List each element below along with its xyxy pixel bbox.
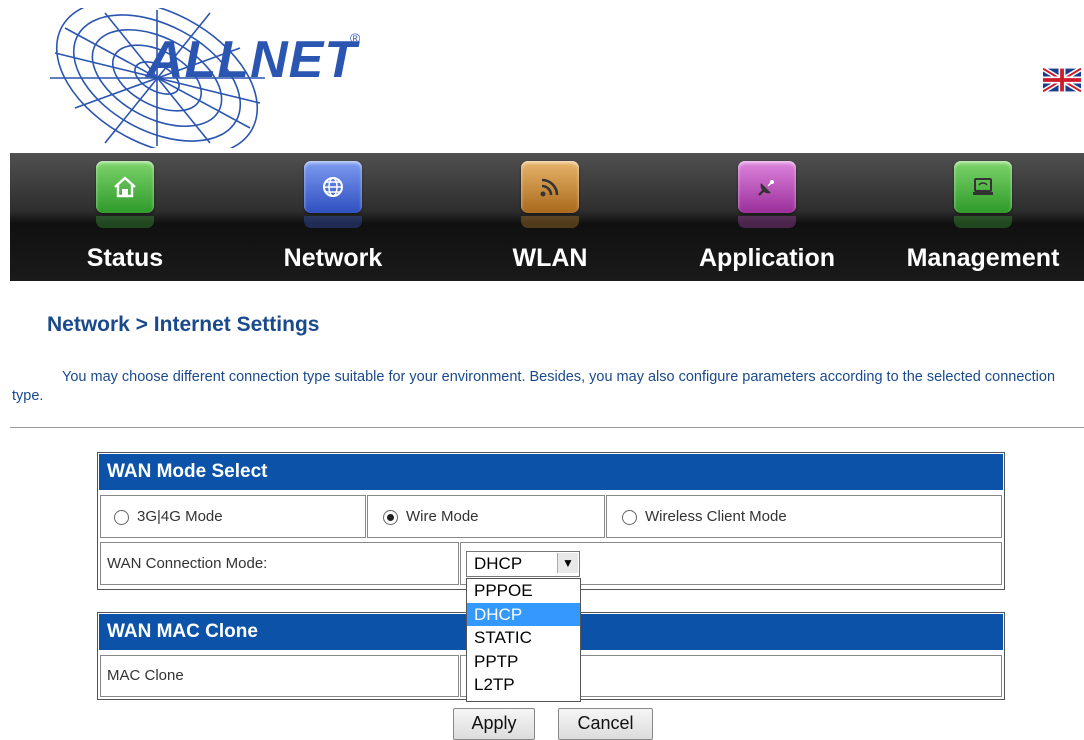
- cancel-button[interactable]: Cancel: [558, 708, 653, 740]
- icon-reflection: [304, 216, 362, 228]
- dropdown-option-dhcp[interactable]: DHCP: [467, 602, 580, 626]
- rss-wifi-icon: [521, 161, 579, 213]
- dropdown-option-l2tp[interactable]: L2TP: [467, 673, 580, 697]
- page-description: You may choose different connection type…: [12, 369, 1056, 404]
- mode-wireless-client-label: Wireless Client Mode: [645, 508, 787, 525]
- nav-label: Management: [906, 244, 1060, 272]
- icon-reflection: [96, 216, 154, 228]
- brand-name: ALLNET: [146, 31, 358, 89]
- wan-connection-select[interactable]: DHCP ▼: [466, 551, 580, 577]
- icon-reflection: [521, 216, 579, 228]
- radio-wireless-client[interactable]: [622, 509, 637, 525]
- apply-button[interactable]: Apply: [453, 708, 535, 740]
- dropdown-option-pptp[interactable]: PPTP: [467, 650, 580, 674]
- wan-mode-title: WAN Mode Select: [98, 453, 1004, 491]
- nav-network[interactable]: Network: [258, 153, 408, 281]
- mac-clone-label: MAC Clone: [107, 667, 184, 684]
- nav-label: WLAN: [512, 244, 588, 272]
- main-nav: Status Network WLAN Application Manageme…: [10, 153, 1084, 281]
- satellite-icon: [738, 161, 796, 213]
- mac-clone-label-cell: MAC Clone: [100, 655, 459, 697]
- icon-reflection: [954, 216, 1012, 228]
- nav-application[interactable]: Application: [682, 153, 852, 281]
- radio-wire[interactable]: [383, 509, 398, 525]
- registered-mark: ®: [350, 30, 361, 46]
- nav-label: Status: [86, 244, 164, 272]
- page-title: Network > Internet Settings: [47, 313, 320, 336]
- icon-reflection: [738, 216, 796, 228]
- nav-label: Network: [283, 244, 383, 272]
- wan-connection-dropdown: PPPOE DHCP STATIC PPTP L2TP: [466, 578, 581, 702]
- laptop-icon: [954, 161, 1012, 213]
- wan-connection-value: DHCP: [474, 554, 523, 573]
- mode-wire-cell[interactable]: Wire Mode: [367, 495, 605, 538]
- divider: [10, 427, 1084, 428]
- dropdown-option-pppoe[interactable]: PPPOE: [467, 579, 580, 603]
- mode-wireless-client-cell[interactable]: Wireless Client Mode: [606, 495, 1002, 538]
- radio-3g4g[interactable]: [114, 509, 129, 525]
- wan-connection-label: WAN Connection Mode:: [107, 555, 268, 572]
- dropdown-option-static[interactable]: STATIC: [467, 626, 580, 650]
- globe-icon: [304, 161, 362, 213]
- nav-management[interactable]: Management: [898, 153, 1068, 281]
- nav-wlan[interactable]: WLAN: [475, 153, 625, 281]
- home-icon: [96, 161, 154, 213]
- chevron-down-icon[interactable]: ▼: [557, 553, 578, 573]
- mode-3g4g-label: 3G|4G Mode: [137, 508, 223, 525]
- wan-connection-label-cell: WAN Connection Mode:: [100, 542, 459, 585]
- mode-3g4g-cell[interactable]: 3G|4G Mode: [100, 495, 366, 538]
- nav-status[interactable]: Status: [50, 153, 200, 281]
- mode-wire-label: Wire Mode: [406, 508, 479, 525]
- nav-label: Application: [698, 244, 836, 272]
- uk-flag-icon[interactable]: [1041, 66, 1083, 94]
